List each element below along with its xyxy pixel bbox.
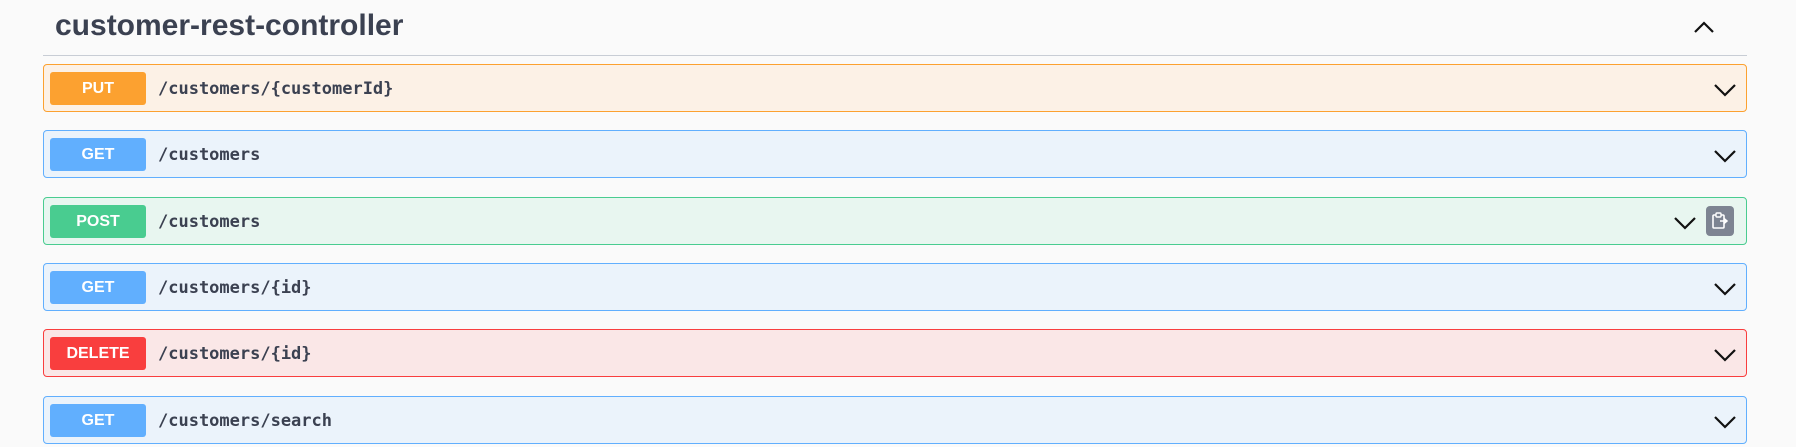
method-badge: GET xyxy=(50,404,146,437)
chevron-down-icon[interactable] xyxy=(1710,140,1740,170)
operation-path: /customers/{id} xyxy=(158,278,312,298)
chevron-up-icon[interactable] xyxy=(1689,12,1719,42)
clipboard-icon xyxy=(1712,212,1729,229)
chevron-down-icon[interactable] xyxy=(1710,74,1740,104)
operation-put-customers-customerid[interactable]: PUT /customers/{customerId} xyxy=(43,64,1747,112)
tag-section-header[interactable]: customer-rest-controller xyxy=(43,0,1747,56)
chevron-down-icon[interactable] xyxy=(1710,406,1740,436)
operation-get-customers[interactable]: GET /customers xyxy=(43,130,1747,178)
method-badge: DELETE xyxy=(50,337,146,370)
operation-path: /customers/search xyxy=(158,411,332,431)
method-badge: POST xyxy=(50,205,146,238)
operation-path: /customers/{id} xyxy=(158,344,312,364)
tag-title: customer-rest-controller xyxy=(55,9,404,42)
operation-delete-customers-id[interactable]: DELETE /customers/{id} xyxy=(43,329,1747,377)
method-badge: GET xyxy=(50,138,146,171)
chevron-down-icon[interactable] xyxy=(1670,207,1700,237)
method-badge: PUT xyxy=(50,72,146,105)
copy-to-clipboard-button[interactable] xyxy=(1706,206,1734,236)
method-badge: GET xyxy=(50,271,146,304)
operation-path: /customers xyxy=(158,145,261,165)
operation-get-customers-search[interactable]: GET /customers/search xyxy=(43,396,1747,444)
chevron-down-icon[interactable] xyxy=(1710,273,1740,303)
operation-post-customers[interactable]: POST /customers xyxy=(43,197,1747,245)
operation-path: /customers xyxy=(158,212,261,232)
operation-path: /customers/{customerId} xyxy=(158,79,394,99)
operation-get-customers-id[interactable]: GET /customers/{id} xyxy=(43,263,1747,311)
chevron-down-icon[interactable] xyxy=(1710,339,1740,369)
